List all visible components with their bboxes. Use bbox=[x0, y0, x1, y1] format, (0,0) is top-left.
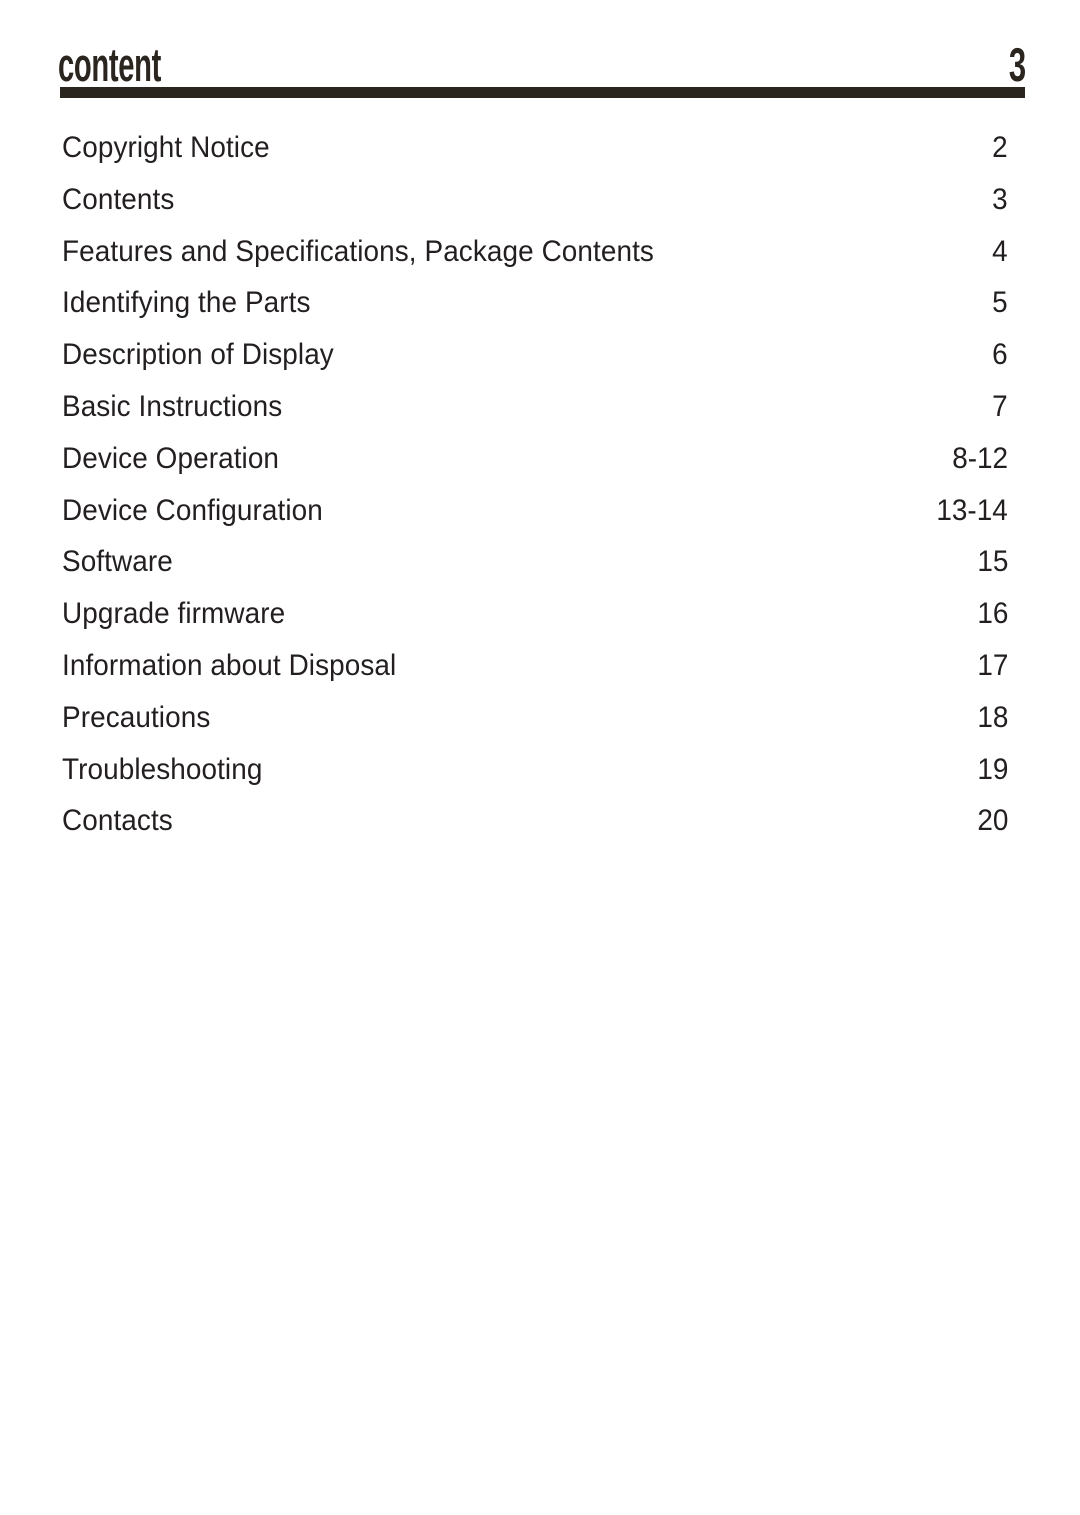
toc-entry-page: 5 bbox=[992, 286, 1008, 320]
toc-entry[interactable]: Device Operation 8-12 bbox=[62, 442, 1008, 494]
toc-entry-page: 13-14 bbox=[936, 493, 1008, 527]
toc-entry-page: 18 bbox=[976, 700, 1008, 734]
toc-entry[interactable]: Software 15 bbox=[62, 545, 1008, 597]
toc-entry-title: Basic Instructions bbox=[62, 389, 283, 423]
toc-entry-page: 3 bbox=[992, 182, 1008, 216]
toc-entry-page: 16 bbox=[976, 597, 1008, 631]
toc-entry-title: Features and Specifications, Package Con… bbox=[62, 234, 654, 268]
toc-entry-page: 4 bbox=[992, 234, 1008, 268]
toc-entry-title: Software bbox=[62, 545, 173, 579]
toc-entry[interactable]: Basic Instructions 7 bbox=[62, 390, 1008, 442]
toc-entry[interactable]: Contacts 20 bbox=[62, 804, 1008, 856]
toc-entry[interactable]: Copyright Notice 2 bbox=[62, 131, 1008, 183]
header-page-number: 3 bbox=[1008, 38, 1026, 91]
toc-entry-page: 17 bbox=[976, 648, 1008, 682]
toc-entry-title: Description of Display bbox=[62, 338, 334, 372]
toc-entry[interactable]: Upgrade firmware 16 bbox=[62, 597, 1008, 649]
toc-entry-title: Troubleshooting bbox=[62, 752, 263, 786]
toc-entry-page: 8-12 bbox=[952, 441, 1008, 475]
toc-entry-page: 20 bbox=[976, 804, 1008, 838]
toc-entry-title: Copyright Notice bbox=[62, 131, 270, 164]
header-divider-rule bbox=[60, 87, 1025, 98]
toc-entry-page: 15 bbox=[976, 545, 1008, 579]
toc-entry-page: 2 bbox=[992, 131, 1008, 164]
toc-entry[interactable]: Features and Specifications, Package Con… bbox=[62, 235, 1008, 287]
toc-entry[interactable]: Contents 3 bbox=[62, 183, 1008, 235]
toc-entry-page: 19 bbox=[976, 752, 1008, 786]
toc-entry-title: Information about Disposal bbox=[62, 648, 397, 682]
toc-entry[interactable]: Device Configuration 13-14 bbox=[62, 494, 1008, 546]
page-header: content 3 bbox=[58, 36, 1026, 98]
toc-entry[interactable]: Description of Display 6 bbox=[62, 338, 1008, 390]
toc-entry-title: Device Operation bbox=[62, 441, 280, 475]
header-row: content 3 bbox=[58, 36, 1026, 91]
toc-entry-page: 7 bbox=[992, 389, 1008, 423]
toc-entry[interactable]: Identifying the Parts 5 bbox=[62, 286, 1008, 338]
toc-entry-title: Contents bbox=[62, 182, 175, 216]
toc-entry-title: Precautions bbox=[62, 700, 211, 734]
page-title: content bbox=[58, 38, 162, 91]
document-page: content 3 Copyright Notice 2 Contents 3 … bbox=[0, 0, 1080, 1515]
toc-entry-title: Upgrade firmware bbox=[62, 597, 286, 631]
toc-entry-title: Device Configuration bbox=[62, 493, 323, 527]
toc-entry-page: 6 bbox=[992, 338, 1008, 372]
table-of-contents: Copyright Notice 2 Contents 3 Features a… bbox=[62, 131, 1008, 856]
toc-entry[interactable]: Precautions 18 bbox=[62, 701, 1008, 753]
toc-entry[interactable]: Information about Disposal 17 bbox=[62, 649, 1008, 701]
toc-entry[interactable]: Troubleshooting 19 bbox=[62, 753, 1008, 805]
toc-entry-title: Contacts bbox=[62, 804, 173, 838]
toc-entry-title: Identifying the Parts bbox=[62, 286, 311, 320]
